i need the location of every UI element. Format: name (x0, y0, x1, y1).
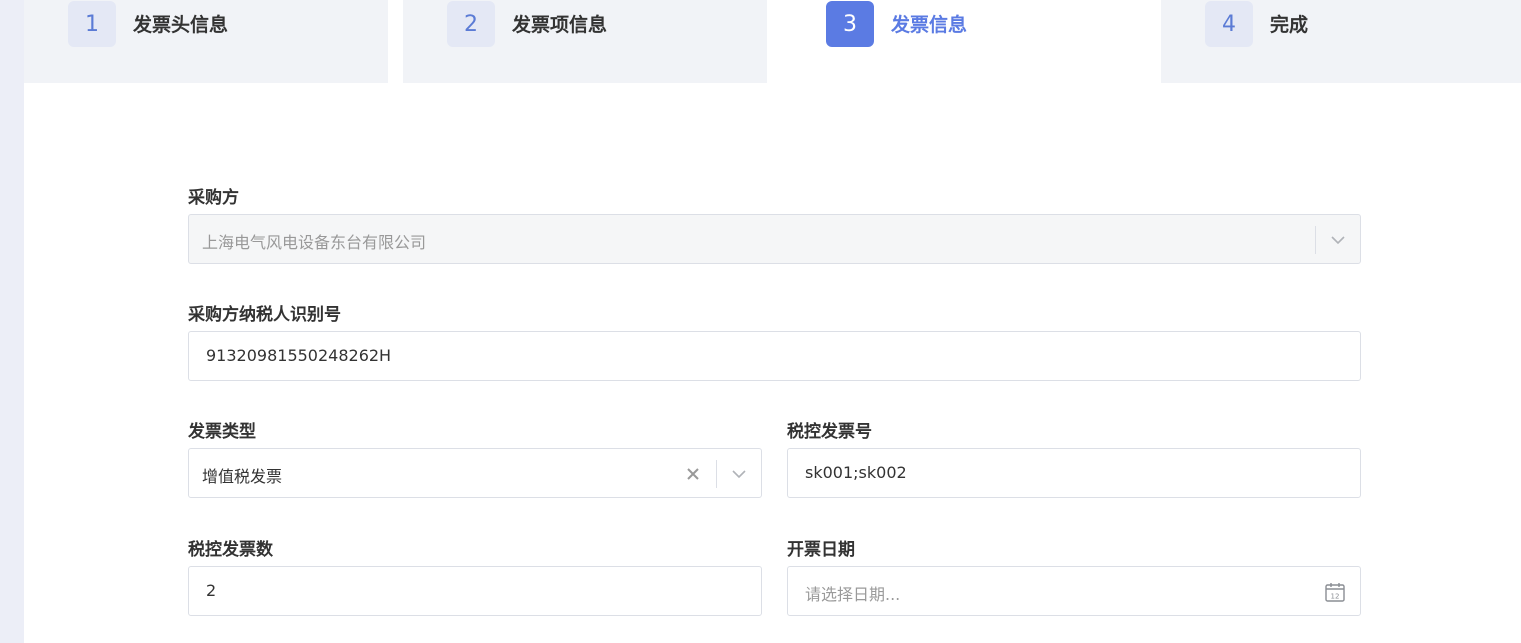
select-divider (716, 460, 717, 488)
step-number: 1 (68, 1, 116, 47)
issue-date-label: 开票日期 (787, 540, 855, 560)
buyer-label: 采购方 (188, 188, 239, 208)
close-icon[interactable] (681, 462, 705, 486)
chevron-down-icon[interactable] (1326, 228, 1350, 252)
buyer-value: 上海电气风电设备东台有限公司 (202, 233, 427, 252)
step-3[interactable]: 3 发票信息 (782, 0, 1146, 83)
invoice-type-value: 增值税发票 (202, 467, 283, 486)
calendar-icon[interactable]: 12 (1323, 580, 1347, 604)
chevron-down-icon[interactable] (727, 462, 751, 486)
step-number: 2 (447, 1, 495, 47)
step-label: 发票项信息 (512, 14, 608, 36)
tax-invoice-count-label: 税控发票数 (188, 540, 273, 560)
buyer-tax-id-input[interactable]: 91320981550248262H (188, 331, 1361, 381)
tax-invoice-no-input[interactable]: sk001;sk002 (787, 448, 1361, 498)
select-divider (1315, 226, 1316, 254)
tax-invoice-no-value: sk001;sk002 (805, 463, 907, 482)
issue-date-picker[interactable]: 请选择日期... 12 (787, 566, 1361, 616)
left-rail (0, 0, 24, 643)
calendar-day-text: 12 (1331, 593, 1340, 601)
buyer-tax-id-value: 91320981550248262H (206, 346, 392, 365)
tax-invoice-count-value: 2 (206, 581, 217, 600)
step-label: 发票头信息 (133, 14, 229, 36)
step-1[interactable]: 1 发票头信息 (24, 0, 388, 83)
step-4[interactable]: 4 完成 (1161, 0, 1521, 83)
tax-invoice-count-input[interactable]: 2 (188, 566, 762, 616)
step-label: 完成 (1270, 14, 1309, 36)
step-bar: 1 发票头信息 2 发票项信息 3 发票信息 4 完成 (24, 0, 1521, 83)
step-number: 3 (826, 1, 874, 47)
invoice-type-select[interactable]: 增值税发票 (188, 448, 762, 498)
tax-invoice-no-label: 税控发票号 (787, 422, 872, 442)
issue-date-placeholder: 请选择日期... (805, 585, 901, 604)
step-number: 4 (1205, 1, 1253, 47)
invoice-type-label: 发票类型 (188, 422, 256, 442)
buyer-select[interactable]: 上海电气风电设备东台有限公司 (188, 214, 1361, 264)
buyer-tax-id-label: 采购方纳税人识别号 (188, 305, 341, 325)
step-2[interactable]: 2 发票项信息 (403, 0, 767, 83)
step-label: 发票信息 (891, 14, 968, 36)
